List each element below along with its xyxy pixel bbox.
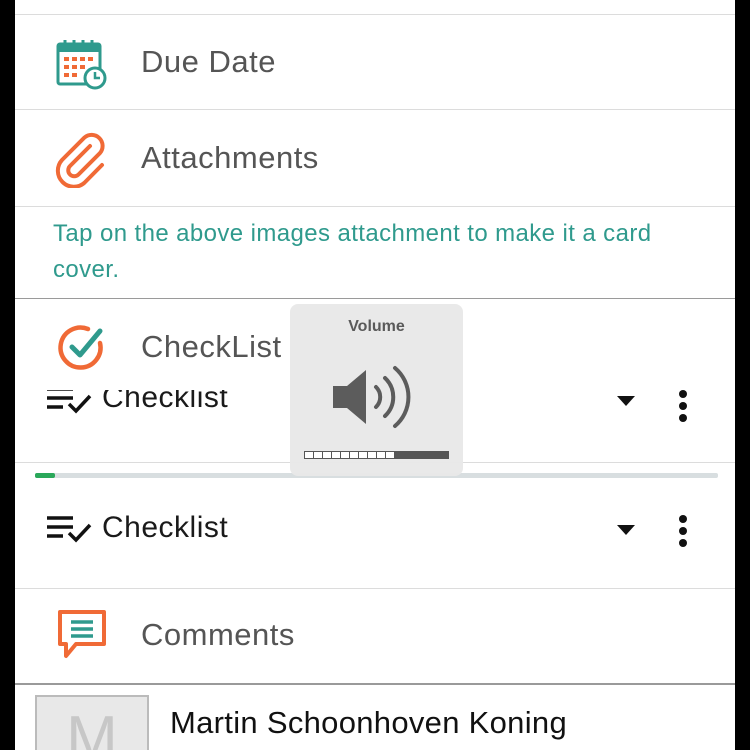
checklist-lines-icon: [45, 514, 95, 544]
volume-segment: [314, 452, 322, 458]
speech-bubble-icon: [53, 605, 111, 663]
volume-segment: [404, 452, 412, 458]
attachments-row[interactable]: Attachments: [15, 110, 735, 206]
volume-segment: [323, 452, 331, 458]
more-options-icon[interactable]: [678, 390, 688, 426]
volume-segment: [368, 452, 376, 458]
volume-segment: [395, 452, 403, 458]
divider: [15, 206, 735, 207]
volume-segment: [350, 452, 358, 458]
due-date-label: Due Date: [141, 44, 276, 79]
volume-segment: [341, 452, 349, 458]
volume-segment: [422, 452, 430, 458]
volume-segment: [377, 452, 385, 458]
speaker-icon: [330, 362, 424, 432]
divider: [15, 298, 735, 299]
volume-segment: [440, 452, 448, 458]
comment-author-name: Martin Schoonhoven Koning: [170, 705, 567, 740]
comments-label: Comments: [141, 617, 295, 652]
volume-title: Volume: [348, 318, 405, 335]
avatar[interactable]: M: [35, 695, 149, 750]
volume-segment: [305, 452, 313, 458]
cover-hint-text: Tap on the above images attachment to ma…: [53, 220, 652, 283]
volume-segment: [431, 452, 439, 458]
paperclip-icon: [53, 131, 111, 189]
volume-segment: [413, 452, 421, 458]
attachments-label: Attachments: [141, 140, 319, 175]
calendar-clock-icon: [53, 35, 111, 93]
divider: [15, 683, 735, 685]
chevron-down-icon[interactable]: [617, 396, 635, 406]
volume-level-bar: [304, 451, 449, 459]
volume-segment: [359, 452, 367, 458]
checklist-progress-fill: [35, 473, 56, 478]
due-date-row[interactable]: Due Date: [15, 15, 735, 109]
more-options-icon[interactable]: [678, 515, 688, 551]
check-circle-icon: [53, 318, 111, 376]
chevron-down-icon[interactable]: [617, 525, 635, 535]
volume-segment: [386, 452, 394, 458]
volume-segment: [332, 452, 340, 458]
comments-row[interactable]: Comments: [15, 589, 735, 683]
checklist-label: Checklist: [102, 511, 229, 544]
volume-hud: Volume: [290, 304, 463, 476]
avatar-letter: M: [66, 704, 118, 750]
checklist-row[interactable]: Checklist: [15, 494, 735, 564]
checklist-header-label: CheckList: [141, 329, 282, 364]
